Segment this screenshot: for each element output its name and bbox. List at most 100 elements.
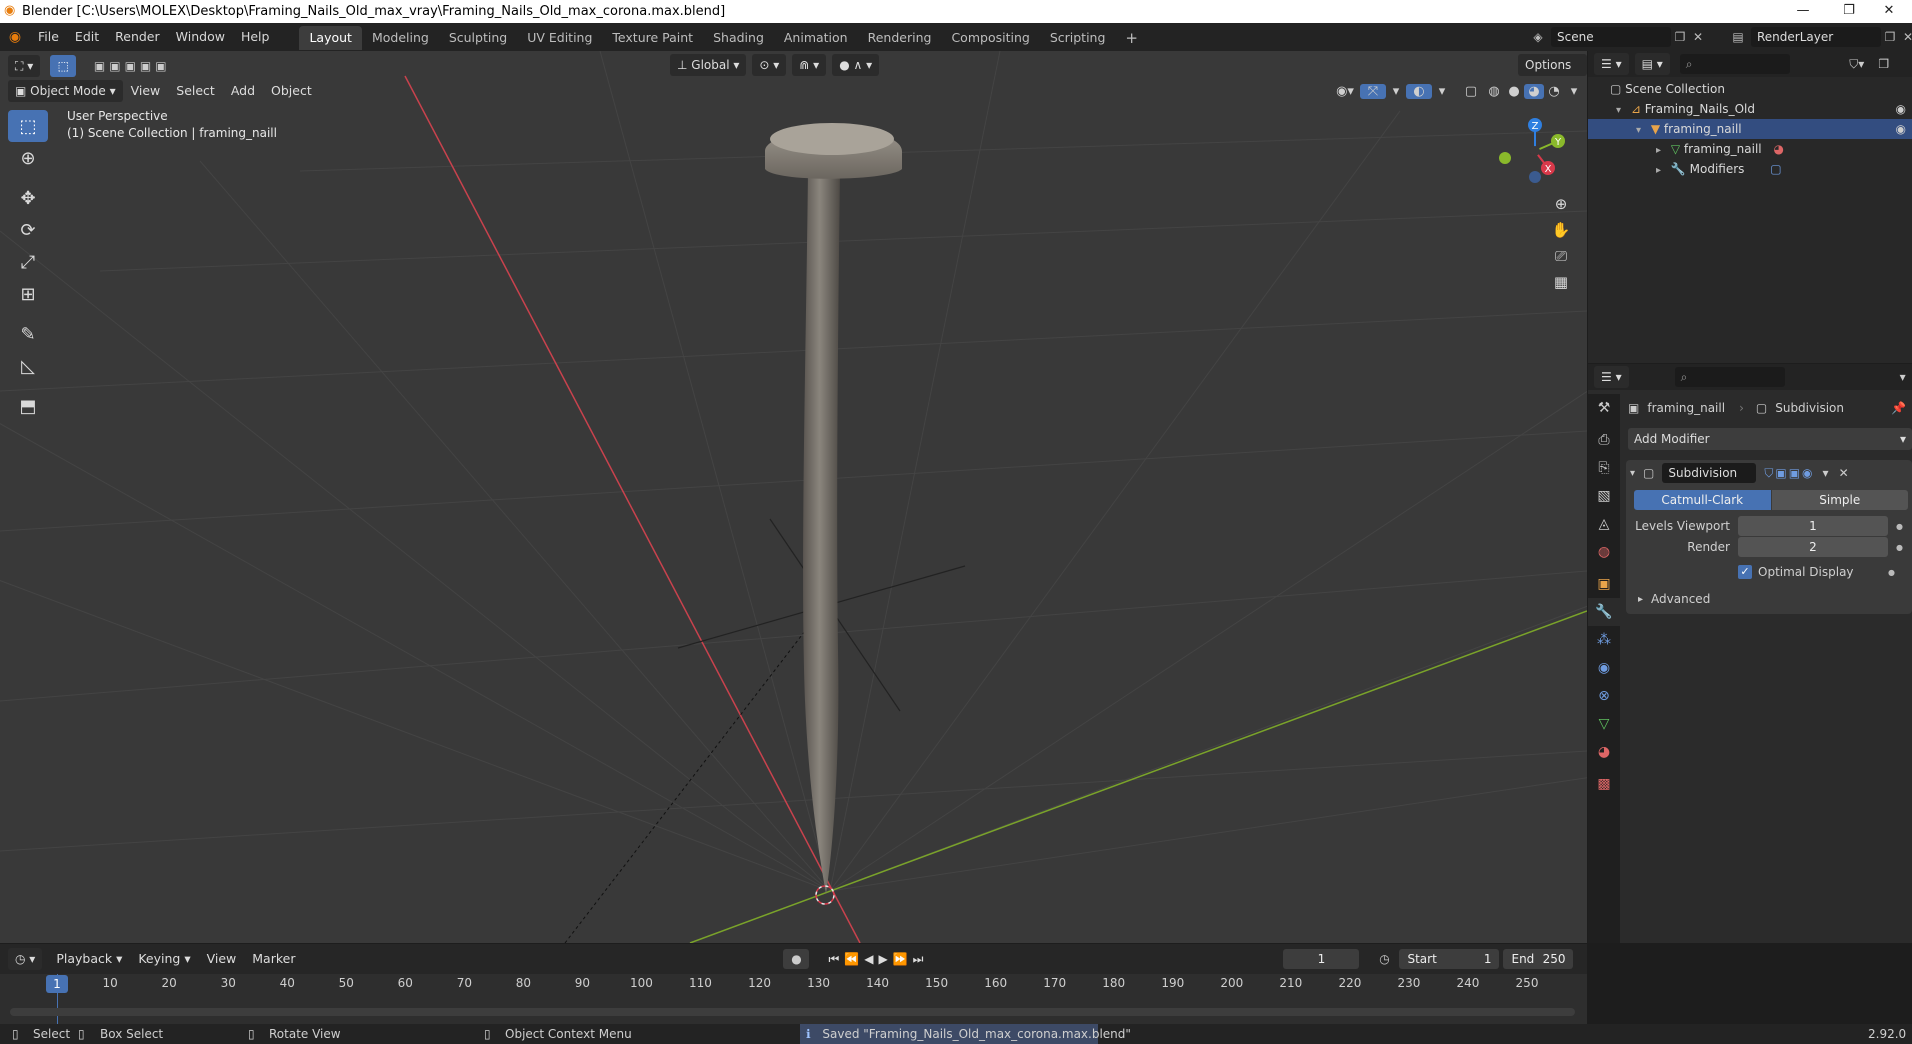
menu-window[interactable]: Window: [168, 23, 233, 51]
new-renderlayer-icon[interactable]: ❐: [1881, 30, 1899, 44]
transform-orientation-dropdown[interactable]: ⊥ Global ▾: [670, 54, 747, 76]
measure-tool-icon[interactable]: ◺: [8, 350, 48, 382]
collapse-arrow-icon[interactable]: ▾: [1630, 468, 1635, 479]
tab-scripting[interactable]: Scripting: [1040, 26, 1116, 50]
simple-button[interactable]: Simple: [1771, 490, 1908, 510]
pivot-point-icon[interactable]: ⊙ ▾: [752, 54, 787, 76]
gizmo-toggle-icon[interactable]: ⤧: [1360, 83, 1386, 99]
tab-texture-paint[interactable]: Texture Paint: [602, 26, 703, 50]
output-tab-icon[interactable]: ⎘: [1588, 454, 1620, 482]
modifier-toggles-icons[interactable]: ⛉▣▣◉: [1764, 466, 1814, 481]
particles-tab-icon[interactable]: ⁂: [1588, 626, 1620, 654]
render-tab-icon[interactable]: ⎙: [1588, 426, 1620, 454]
levels-viewport-field[interactable]: 1: [1738, 516, 1888, 536]
object-tab-icon[interactable]: ▣: [1588, 570, 1620, 598]
expand-arrow-icon[interactable]: ▸: [1656, 165, 1661, 176]
timeline-scrollbar[interactable]: [10, 1008, 1575, 1016]
keyframe-dot-icon[interactable]: ●: [1896, 543, 1903, 552]
render-levels-field[interactable]: 2: [1738, 537, 1888, 557]
transform-tool-icon[interactable]: ⊞: [8, 278, 48, 310]
tab-animation[interactable]: Animation: [774, 26, 858, 50]
overlays-dropdown-icon[interactable]: ▾: [1432, 84, 1452, 99]
visibility-eye-icon[interactable]: ◉: [1896, 99, 1906, 119]
viewport-menu-select[interactable]: Select: [168, 80, 223, 102]
material-tab-icon[interactable]: ◕: [1588, 738, 1620, 766]
menu-render[interactable]: Render: [107, 23, 168, 51]
close-window-button[interactable]: ✕: [1866, 0, 1912, 23]
tab-rendering[interactable]: Rendering: [858, 26, 942, 50]
shading-dropdown-icon[interactable]: ▾: [1564, 84, 1584, 99]
mesh-data-tab-icon[interactable]: ▽: [1588, 710, 1620, 738]
outliner-display-mode-icon[interactable]: ▤ ▾: [1634, 53, 1670, 75]
menu-file[interactable]: File: [30, 23, 67, 51]
visibility-icon[interactable]: ◉▾: [1330, 84, 1360, 99]
texture-tab-icon[interactable]: ▩: [1588, 770, 1620, 798]
viewport-menu-add[interactable]: Add: [223, 80, 263, 102]
3d-viewport[interactable]: Z Y X ⛶ ▾ ⬚ ▣▣▣▣▣ ⊥ Global ▾ ⊙ ▾ ⋒ ▾ ● ∧…: [0, 51, 1587, 943]
new-scene-icon[interactable]: ❐: [1671, 30, 1689, 44]
select-mode-icon[interactable]: ⬚: [50, 55, 77, 77]
tab-compositing[interactable]: Compositing: [941, 26, 1039, 50]
scale-tool-icon[interactable]: ⤢: [8, 246, 48, 278]
shading-rendered-icon[interactable]: ◔: [1544, 84, 1564, 99]
properties-editor-type-icon[interactable]: ☰ ▾: [1594, 366, 1629, 388]
cursor-tool-icon[interactable]: ⊕: [8, 142, 48, 174]
modifier-tab-icon[interactable]: 🔧: [1588, 598, 1620, 626]
zoom-icon[interactable]: ⊕: [1548, 191, 1574, 217]
pan-hand-icon[interactable]: ✋: [1548, 217, 1574, 243]
rotate-tool-icon[interactable]: ⟳: [8, 214, 48, 246]
camera-view-icon[interactable]: ⎚: [1548, 243, 1574, 269]
select-box-tool-icon[interactable]: ⬚: [8, 110, 48, 142]
options-dropdown[interactable]: Options ▾: [1518, 54, 1587, 94]
scene-tab-icon[interactable]: ◬: [1588, 510, 1620, 538]
properties-search-input[interactable]: ⌕: [1674, 367, 1785, 387]
delete-renderlayer-icon[interactable]: ✕: [1899, 30, 1912, 44]
snap-icon[interactable]: ⋒ ▾: [792, 54, 827, 76]
minimize-button[interactable]: —: [1780, 0, 1826, 23]
modifier-menu-icon[interactable]: ▾: [1823, 466, 1829, 480]
outliner-root[interactable]: ▢ Scene Collection: [1588, 79, 1912, 99]
xray-toggle-icon[interactable]: ▢: [1458, 84, 1484, 99]
renderlayer-name-field[interactable]: RenderLayer: [1751, 27, 1881, 47]
visibility-eye-icon[interactable]: ◉: [1896, 119, 1906, 139]
new-collection-icon[interactable]: ❐: [1874, 57, 1894, 71]
renderlayer-icon[interactable]: ▤: [1725, 30, 1751, 44]
outliner-item-mesh-data[interactable]: ▸ ▽ framing_naill ◕: [1588, 139, 1912, 159]
scene-icon[interactable]: ◈: [1525, 30, 1551, 44]
tab-sculpting[interactable]: Sculpting: [439, 26, 517, 50]
add-modifier-dropdown[interactable]: Add Modifier ▾: [1628, 428, 1912, 450]
expand-arrow-icon[interactable]: ▾: [1636, 125, 1641, 136]
outliner-filter-icon[interactable]: ⛉▾: [1840, 57, 1874, 72]
mode-dropdown[interactable]: ▣ Object Mode ▾: [8, 80, 123, 102]
expand-arrow-icon[interactable]: ▸: [1638, 594, 1643, 605]
annotate-tool-icon[interactable]: ✎: [8, 318, 48, 350]
outliner-item-object[interactable]: ▾ ▼ framing_naill ◉: [1588, 119, 1912, 139]
physics-tab-icon[interactable]: ◉: [1588, 654, 1620, 682]
expand-arrow-icon[interactable]: ▾: [1616, 105, 1621, 116]
blender-menu-icon[interactable]: ◉: [0, 29, 30, 45]
pin-icon[interactable]: 📌: [1891, 401, 1906, 415]
move-tool-icon[interactable]: ✥: [8, 182, 48, 214]
delete-scene-icon[interactable]: ✕: [1689, 30, 1707, 44]
outliner-search-input[interactable]: ⌕: [1679, 54, 1790, 74]
shading-material-icon[interactable]: ◕: [1524, 83, 1544, 99]
shading-solid-icon[interactable]: ●: [1504, 84, 1524, 99]
world-tab-icon[interactable]: ◍: [1588, 538, 1620, 566]
editor-type-icon[interactable]: ⛶ ▾: [8, 55, 41, 77]
tab-uv-editing[interactable]: UV Editing: [517, 26, 602, 50]
tab-modeling[interactable]: Modeling: [362, 26, 439, 50]
material-icon[interactable]: ◕: [1773, 142, 1783, 156]
add-cube-tool-icon[interactable]: ⬒: [8, 390, 48, 422]
outliner-item-collection[interactable]: ▾ ⊿ Framing_Nails_Old ◉: [1588, 99, 1912, 119]
keyframe-dot-icon[interactable]: ●: [1888, 568, 1895, 577]
modifier-name-field[interactable]: Subdivision: [1662, 463, 1757, 483]
constraints-tab-icon[interactable]: ⊗: [1588, 682, 1620, 710]
advanced-subpanel[interactable]: ▸ Advanced: [1626, 589, 1912, 609]
viewport-menu-view[interactable]: View: [123, 80, 169, 102]
playhead-frame-label[interactable]: 1: [46, 975, 68, 993]
tab-shading[interactable]: Shading: [703, 26, 774, 50]
ortho-grid-icon[interactable]: ▦: [1548, 269, 1574, 295]
gizmo-dropdown-icon[interactable]: ▾: [1386, 84, 1406, 99]
properties-options-icon[interactable]: ▾: [1895, 370, 1911, 384]
view-layer-tab-icon[interactable]: ▧: [1588, 482, 1620, 510]
